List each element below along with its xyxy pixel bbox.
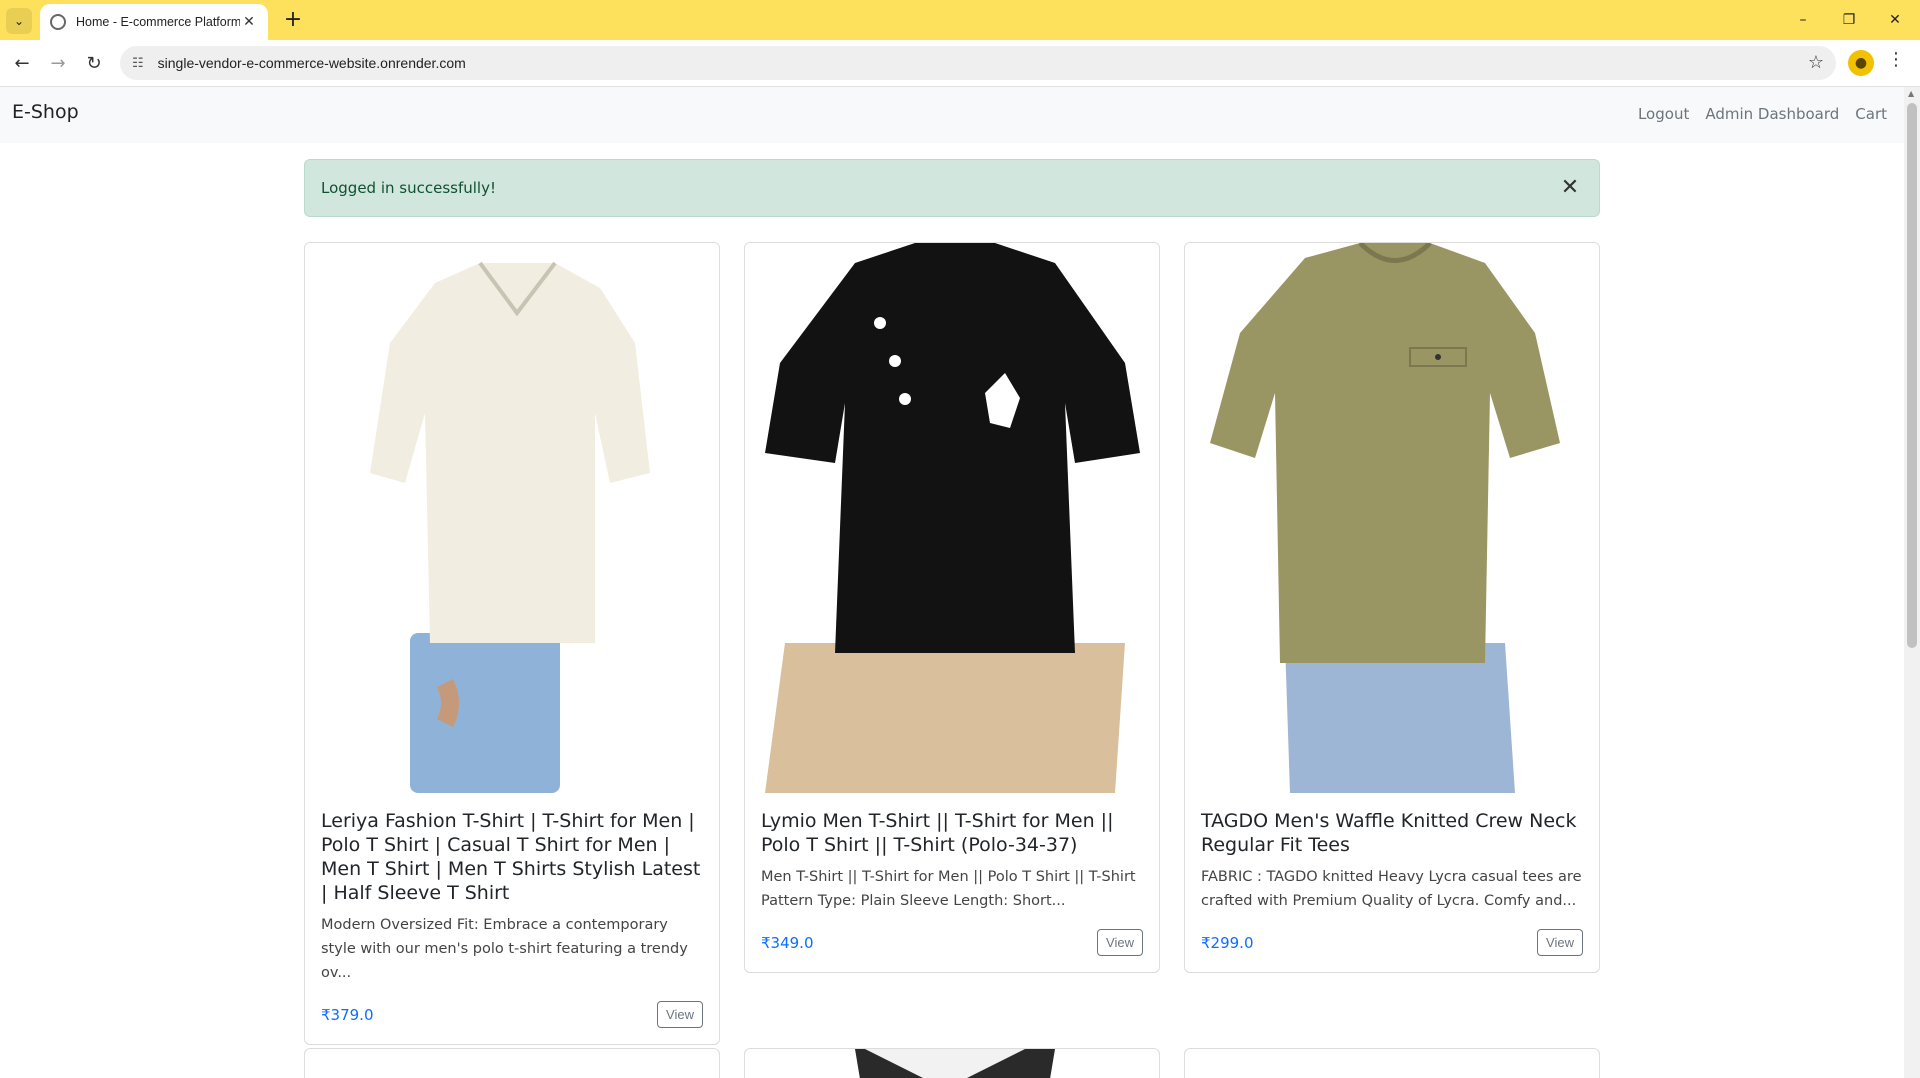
product-title[interactable]: TAGDO Men's Waffle Knitted Crew Neck Reg… xyxy=(1201,809,1583,857)
product-image[interactable] xyxy=(745,243,1159,793)
forward-arrow-icon[interactable]: → xyxy=(44,49,72,77)
product-title[interactable]: Leriya Fashion T-Shirt | T-Shirt for Men… xyxy=(321,809,703,905)
product-card-partial[interactable] xyxy=(744,1048,1160,1078)
pants-shape xyxy=(765,643,1125,793)
browser-tab-active[interactable]: Home - E-commerce Platform ✕ xyxy=(40,4,268,40)
nav-logout-link[interactable]: Logout xyxy=(1638,105,1689,123)
back-arrow-icon[interactable]: ← xyxy=(8,49,36,77)
browser-toolbar: ← → ↻ ☷ single-vendor-e-commerce-website… xyxy=(0,40,1920,87)
product-price: ₹379.0 xyxy=(321,1005,374,1024)
product-image[interactable] xyxy=(305,243,719,793)
restore-icon[interactable]: ❐ xyxy=(1826,6,1872,34)
hair-photo-icon xyxy=(1185,1049,1600,1078)
browser-menu-icon[interactable]: ⋮ xyxy=(1886,49,1906,77)
address-url[interactable]: single-vendor-e-commerce-website.onrende… xyxy=(158,55,466,71)
address-bar[interactable]: ☷ single-vendor-e-commerce-website.onren… xyxy=(120,46,1836,80)
shirt-photo-icon xyxy=(745,243,1159,793)
scroll-up-arrow-icon[interactable]: ▲ xyxy=(1908,89,1914,98)
nav-links: Logout Admin Dashboard Cart xyxy=(1638,105,1887,123)
alert-close-icon[interactable]: ✕ xyxy=(1555,172,1585,202)
alert-message: Logged in successfully! xyxy=(321,179,496,197)
collar-photo-icon xyxy=(855,1049,1055,1078)
reload-icon[interactable]: ↻ xyxy=(80,49,108,77)
product-card: Lymio Men T-Shirt || T-Shirt for Men || … xyxy=(744,242,1160,973)
brand-logo[interactable]: E-Shop xyxy=(12,101,79,123)
product-price: ₹349.0 xyxy=(761,933,814,952)
site-navbar: E-Shop Logout Admin Dashboard Cart xyxy=(0,87,1904,143)
tab-title: Home - E-commerce Platform xyxy=(76,15,240,29)
product-card: TAGDO Men's Waffle Knitted Crew Neck Reg… xyxy=(1184,242,1600,973)
minimize-icon[interactable]: – xyxy=(1780,6,1826,34)
profile-avatar-icon[interactable]: ● xyxy=(1848,50,1874,76)
browser-tab-strip: ⌄ Home - E-commerce Platform ✕ + – ❐ ✕ xyxy=(0,0,1920,40)
product-card: Leriya Fashion T-Shirt | T-Shirt for Men… xyxy=(304,242,720,1045)
nav-admin-dashboard-link[interactable]: Admin Dashboard xyxy=(1705,105,1839,123)
success-alert: Logged in successfully! ✕ xyxy=(304,159,1600,217)
view-product-button[interactable]: View xyxy=(1097,929,1143,956)
page-scrollbar[interactable]: ▲ xyxy=(1904,87,1920,1078)
globe-icon xyxy=(50,14,66,30)
product-description: Men T-Shirt || T-Shirt for Men || Polo T… xyxy=(761,869,1136,909)
product-card-partial[interactable] xyxy=(1184,1048,1600,1078)
view-product-button[interactable]: View xyxy=(1537,929,1583,956)
product-price: ₹299.0 xyxy=(1201,933,1254,952)
hair-photo-icon xyxy=(305,1049,720,1078)
scrollbar-thumb[interactable] xyxy=(1907,103,1917,648)
product-description: FABRIC : TAGDO knitted Heavy Lycra casua… xyxy=(1201,869,1582,909)
tab-close-icon[interactable]: ✕ xyxy=(240,14,258,30)
new-tab-plus-icon[interactable]: + xyxy=(280,8,306,34)
site-info-icon[interactable]: ☷ xyxy=(132,56,144,71)
product-description: Modern Oversized Fit: Embrace a contempo… xyxy=(321,917,688,981)
nav-cart-link[interactable]: Cart xyxy=(1855,105,1887,123)
view-product-button[interactable]: View xyxy=(657,1001,703,1028)
pants-shape xyxy=(410,633,560,793)
shirt-photo-icon xyxy=(1185,243,1599,793)
page-viewport: E-Shop Logout Admin Dashboard Cart Logge… xyxy=(0,87,1904,1078)
tab-search-chevron-icon[interactable]: ⌄ xyxy=(6,8,32,34)
bookmark-star-icon[interactable]: ☆ xyxy=(1808,52,1824,73)
product-title[interactable]: Lymio Men T-Shirt || T-Shirt for Men || … xyxy=(761,809,1143,857)
product-image[interactable] xyxy=(1185,243,1599,793)
window-close-icon[interactable]: ✕ xyxy=(1872,6,1918,34)
shirt-photo-icon xyxy=(305,243,719,793)
product-card-partial[interactable] xyxy=(304,1048,720,1078)
pants-shape xyxy=(1285,643,1515,793)
